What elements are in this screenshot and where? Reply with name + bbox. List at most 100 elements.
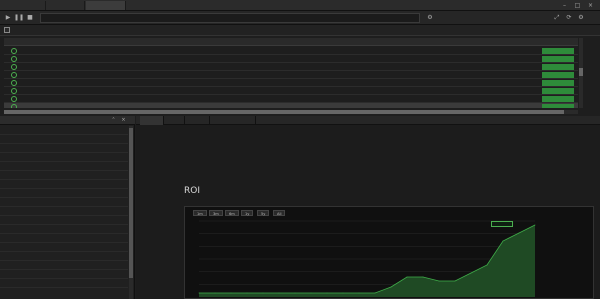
status-check-icon (11, 88, 17, 94)
close-icon[interactable]: × (120, 117, 127, 124)
apply-button[interactable] (542, 72, 574, 78)
table-row[interactable] (4, 71, 578, 79)
roi-point (534, 224, 536, 226)
parameter-row[interactable] (0, 180, 128, 189)
apply-button[interactable] (542, 96, 574, 102)
roi-point (198, 292, 200, 294)
status-check-icon (11, 80, 17, 86)
roi-point (422, 276, 424, 278)
parameter-row[interactable] (0, 252, 128, 261)
roi-point (470, 272, 472, 274)
roi-point (262, 292, 264, 294)
progress-field[interactable] (40, 13, 420, 23)
vertical-scrollbar[interactable] (129, 126, 133, 299)
roi-chart: 1m 3m 6m 1y 5y All (184, 206, 594, 299)
pause-icon[interactable]: ❚❚ (14, 13, 24, 23)
roi-title: ROI (184, 186, 200, 196)
status-check-icon (11, 48, 17, 54)
parameter-row[interactable] (0, 270, 128, 279)
parameter-row[interactable] (0, 279, 128, 288)
roi-point (310, 292, 312, 294)
scroll-thumb[interactable] (129, 128, 133, 278)
tab-result-3[interactable] (211, 116, 256, 125)
play-icon[interactable]: ▶ (3, 13, 13, 23)
apply-button[interactable] (542, 64, 574, 70)
refresh-icon[interactable]: ⟳ (564, 13, 574, 23)
tab-result-1[interactable] (165, 116, 185, 125)
roi-point (342, 292, 344, 294)
roi-point (406, 276, 408, 278)
settings-icon[interactable]: ⚙ (425, 13, 435, 23)
close-icon[interactable]: × (586, 1, 595, 10)
maximize-icon[interactable]: □ (573, 1, 582, 10)
parameter-row[interactable] (0, 234, 128, 243)
apply-button[interactable] (542, 56, 574, 62)
parameters-panel: ⌃ × (0, 116, 135, 299)
vertical-scrollbar[interactable] (579, 38, 583, 108)
parameter-row[interactable] (0, 198, 128, 207)
roi-point (518, 232, 520, 234)
filter-bar (0, 25, 600, 36)
filter-checkbox[interactable] (4, 27, 10, 33)
stop-icon[interactable]: ■ (25, 13, 35, 23)
apply-button[interactable] (542, 48, 574, 54)
panel-header: ⌃ × (0, 116, 135, 125)
title-bar: – □ × (0, 0, 600, 11)
parameter-row[interactable] (0, 126, 128, 135)
parameter-row[interactable] (0, 261, 128, 270)
tab-result-2[interactable] (186, 116, 210, 125)
horizontal-scrollbar[interactable] (4, 110, 578, 114)
roi-plot (198, 220, 536, 297)
status-check-icon (11, 56, 17, 62)
parameters-grid (0, 126, 135, 299)
summary-section (136, 127, 600, 179)
parameter-row[interactable] (0, 189, 128, 198)
scroll-thumb[interactable] (579, 68, 583, 76)
roi-point (326, 292, 328, 294)
status-check-icon (11, 64, 17, 70)
tab-result-0[interactable] (140, 116, 164, 125)
table-row[interactable] (4, 63, 578, 71)
parameter-row[interactable] (0, 225, 128, 234)
apply-button[interactable] (542, 104, 574, 108)
tab-2[interactable] (86, 1, 126, 10)
table-row[interactable] (4, 95, 578, 103)
roi-point (486, 264, 488, 266)
status-check-icon (11, 104, 17, 108)
roi-point (502, 240, 504, 242)
minimize-icon[interactable]: – (560, 1, 569, 10)
roi-point (438, 280, 440, 282)
results-panel: ROI 1m 3m 6m 1y 5y All (136, 116, 600, 299)
parameter-row[interactable] (0, 144, 128, 153)
tab-0[interactable] (2, 1, 46, 10)
roi-point (230, 292, 232, 294)
roi-point (214, 292, 216, 294)
table-row[interactable] (4, 55, 578, 63)
settings-icon[interactable]: ⚙ (576, 13, 586, 23)
table-row[interactable] (4, 79, 578, 87)
apply-button[interactable] (542, 80, 574, 86)
parameter-row[interactable] (0, 243, 128, 252)
parameter-row[interactable] (0, 162, 128, 171)
chart-tooltip (491, 221, 513, 227)
pin-icon[interactable]: ⌃ (110, 117, 117, 124)
parameter-row[interactable] (0, 135, 128, 144)
tab-1[interactable] (47, 1, 85, 10)
parameter-row[interactable] (0, 153, 128, 162)
roi-point (390, 286, 392, 288)
table-row[interactable] (4, 47, 578, 55)
parameter-row[interactable] (0, 207, 128, 216)
scroll-thumb[interactable] (4, 110, 564, 114)
roi-point (358, 292, 360, 294)
parameter-row[interactable] (0, 171, 128, 180)
table-row[interactable] (4, 103, 578, 108)
table-row[interactable] (4, 87, 578, 95)
status-check-icon (11, 72, 17, 78)
roi-point (294, 292, 296, 294)
roi-area (199, 225, 535, 297)
apply-button[interactable] (542, 88, 574, 94)
roi-point (374, 292, 376, 294)
parameter-row[interactable] (0, 216, 128, 225)
expand-icon[interactable]: ⤢ (552, 13, 562, 23)
roi-point (278, 292, 280, 294)
